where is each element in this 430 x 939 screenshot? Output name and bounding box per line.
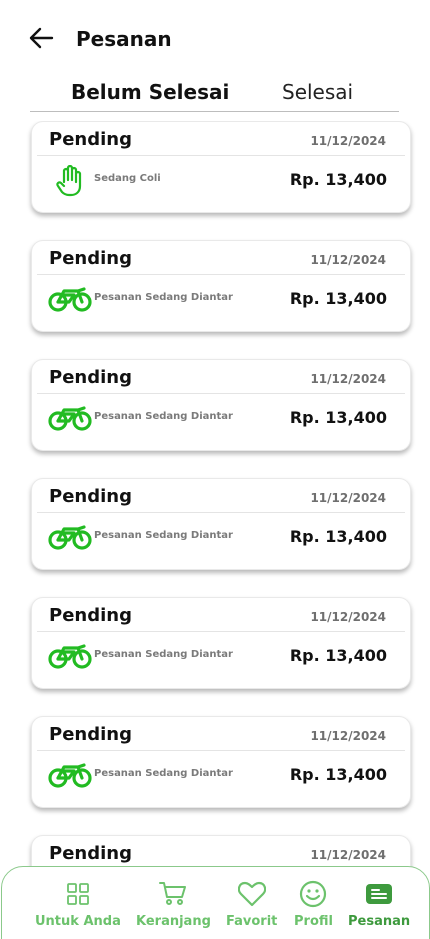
order-price: Rp. 13,400 bbox=[289, 646, 387, 665]
order-description: Pesanan Sedang Diantar bbox=[94, 292, 233, 303]
card-divider bbox=[37, 155, 405, 156]
tab-belum-selesai[interactable]: Belum Selesai bbox=[71, 80, 229, 104]
order-status: Pending bbox=[49, 605, 132, 626]
order-status: Pending bbox=[49, 724, 132, 745]
order-date: 11/12/2024 bbox=[310, 491, 386, 505]
order-description: Sedang Coli bbox=[94, 173, 161, 184]
nav-label: Favorit bbox=[226, 914, 278, 929]
nav-label: Pesanan bbox=[348, 914, 411, 929]
bike-icon bbox=[48, 643, 92, 671]
order-price: Rp. 13,400 bbox=[289, 170, 387, 189]
order-price: Rp. 13,400 bbox=[289, 408, 387, 427]
order-card[interactable]: Pending 11/12/2024 Pesanan Sedang Dianta… bbox=[31, 240, 411, 332]
order-status: Pending bbox=[49, 843, 132, 864]
card-divider bbox=[37, 750, 405, 751]
order-description: Pesanan Sedang Diantar bbox=[94, 768, 233, 779]
grid-icon bbox=[63, 879, 93, 909]
order-status: Pending bbox=[49, 129, 132, 150]
nav-pesanan[interactable]: Pesanan bbox=[348, 879, 410, 929]
card-divider bbox=[37, 274, 405, 275]
bike-icon bbox=[48, 286, 92, 314]
order-card[interactable]: Pending 11/12/2024 Pesanan Sedang Dianta… bbox=[31, 597, 411, 689]
nav-label: Keranjang bbox=[136, 914, 211, 929]
order-date: 11/12/2024 bbox=[310, 372, 386, 386]
order-tabs: Belum Selesai Selesai bbox=[30, 76, 399, 112]
order-price: Rp. 13,400 bbox=[289, 765, 387, 784]
order-price: Rp. 13,400 bbox=[289, 527, 387, 546]
order-status: Pending bbox=[49, 367, 132, 388]
cart-icon bbox=[158, 879, 188, 909]
card-divider bbox=[37, 393, 405, 394]
card-divider bbox=[37, 512, 405, 513]
nav-keranjang[interactable]: Keranjang bbox=[136, 879, 211, 929]
order-description: Pesanan Sedang Diantar bbox=[94, 649, 233, 660]
nav-label: Profil bbox=[294, 914, 333, 929]
heart-icon bbox=[237, 879, 267, 909]
order-date: 11/12/2024 bbox=[310, 134, 386, 148]
bike-icon bbox=[48, 762, 92, 790]
order-price: Rp. 13,400 bbox=[289, 289, 387, 308]
order-description: Pesanan Sedang Diantar bbox=[94, 530, 233, 541]
bike-icon bbox=[48, 405, 92, 433]
order-date: 11/12/2024 bbox=[310, 729, 386, 743]
order-card[interactable]: Pending 11/12/2024 Pesanan Sedang Dianta… bbox=[31, 478, 411, 570]
tab-selesai[interactable]: Selesai bbox=[282, 80, 353, 104]
nav-favorit[interactable]: Favorit bbox=[226, 879, 277, 929]
smile-icon bbox=[298, 879, 328, 909]
bottom-navigation: Untuk Anda Keranjang Favorit Profil Pesa… bbox=[1, 866, 430, 939]
arrow-left-icon bbox=[29, 27, 54, 49]
card-divider bbox=[37, 631, 405, 632]
bike-icon bbox=[48, 524, 92, 552]
order-list: Pending 11/12/2024 Sedang Coli Rp. 13,40… bbox=[0, 121, 430, 939]
order-card[interactable]: Pending 11/12/2024 Sedang Coli Rp. 13,40… bbox=[31, 121, 411, 213]
nav-untuk-anda[interactable]: Untuk Anda bbox=[35, 879, 121, 929]
order-description: Pesanan Sedang Diantar bbox=[94, 411, 233, 422]
order-date: 11/12/2024 bbox=[310, 610, 386, 624]
order-card[interactable]: Pending 11/12/2024 Pesanan Sedang Dianta… bbox=[31, 359, 411, 451]
order-status: Pending bbox=[49, 486, 132, 507]
app-header: Pesanan bbox=[0, 0, 430, 72]
order-card[interactable]: Pending 11/12/2024 Pesanan Sedang Dianta… bbox=[31, 716, 411, 808]
page-title: Pesanan bbox=[76, 27, 172, 51]
nav-profil[interactable]: Profil bbox=[294, 879, 333, 929]
order-date: 11/12/2024 bbox=[310, 253, 386, 267]
nav-label: Untuk Anda bbox=[35, 914, 121, 929]
order-date: 11/12/2024 bbox=[310, 848, 386, 862]
hand-icon bbox=[48, 165, 92, 197]
order-status: Pending bbox=[49, 248, 132, 269]
back-button[interactable] bbox=[26, 24, 56, 52]
orders-icon bbox=[364, 879, 394, 909]
